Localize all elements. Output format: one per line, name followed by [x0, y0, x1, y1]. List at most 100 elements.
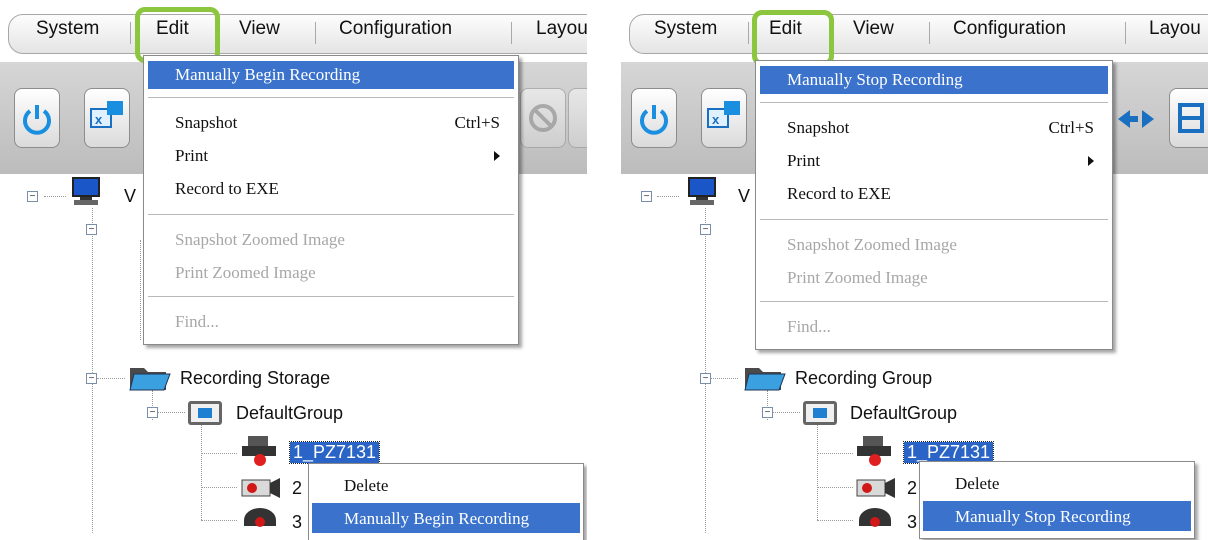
view-switch-icon: x [707, 101, 740, 128]
menu-item-label: Print [787, 151, 821, 170]
view-switch-button[interactable]: x [84, 88, 130, 148]
menu-print[interactable]: Print [760, 147, 1108, 175]
menu-manually-begin-recording[interactable]: Manually Begin Recording [148, 61, 514, 89]
box-camera-icon [241, 478, 280, 498]
submenu-arrow-icon [494, 151, 500, 161]
recording-folder-icon [744, 368, 786, 391]
power-icon [23, 105, 51, 135]
menu-print[interactable]: Print [148, 142, 514, 170]
view-switch-icon: x [90, 101, 123, 128]
menu-layout[interactable]: Layou [536, 18, 587, 40]
view-switch-button[interactable]: x [701, 88, 747, 148]
tree-collapse-toggle[interactable]: − [86, 224, 97, 235]
menu-manually-stop-recording[interactable]: Manually Stop Recording [760, 66, 1108, 94]
menu-find[interactable]: Find... [148, 308, 514, 336]
menu-item-label: Manually Begin Recording [175, 65, 361, 84]
tree-camera-selected[interactable]: 1_PZ7131 [288, 441, 381, 464]
menu-layout[interactable]: Layou [1149, 18, 1201, 40]
menu-record-to-exe[interactable]: Record to EXE [760, 180, 1108, 208]
tree-line [817, 520, 853, 521]
menu-snapshot[interactable]: Snapshot Ctrl+S [760, 114, 1108, 142]
group-folder-icon [803, 401, 837, 425]
menu-separator [148, 214, 514, 215]
menu-view[interactable]: View [853, 18, 894, 40]
tree-collapse-toggle[interactable]: − [700, 224, 711, 235]
menu-item-label: Delete [955, 474, 1000, 493]
menu-separator [1125, 22, 1126, 44]
edit-dropdown-menu: Manually Begin Recording Snapshot Ctrl+S… [143, 55, 519, 345]
menu-system[interactable]: System [654, 18, 717, 40]
menu-system[interactable]: System [36, 18, 99, 40]
menu-item-label: Print [175, 146, 209, 165]
context-manually-begin-recording[interactable]: Manually Begin Recording [312, 503, 580, 533]
menu-separator [760, 102, 1108, 103]
menu-item-label: Delete [344, 476, 389, 495]
tree-camera-selected[interactable]: 1_PZ7131 [902, 441, 995, 464]
menu-separator [148, 296, 514, 297]
tree-line [817, 420, 818, 520]
menu-find[interactable]: Find... [760, 313, 1108, 341]
layout-button[interactable] [1169, 88, 1208, 148]
menu-item-label: Manually Stop Recording [955, 507, 1131, 526]
menu-snapshot-zoomed[interactable]: Snapshot Zoomed Image [760, 231, 1108, 259]
power-button[interactable] [631, 88, 677, 148]
camera-context-menu: Delete Manually Begin Recording [308, 463, 584, 540]
power-button[interactable] [14, 88, 60, 148]
tree-line [97, 378, 125, 379]
tree-storage-label[interactable]: Recording Storage [180, 368, 330, 389]
tree-camera-label[interactable]: 3 [907, 512, 917, 533]
menu-item-label: Find... [175, 312, 219, 331]
tree-line [201, 420, 202, 520]
box-camera-icon [856, 478, 895, 498]
menu-separator [511, 22, 512, 44]
context-delete[interactable]: Delete [923, 468, 1191, 498]
menu-print-zoomed[interactable]: Print Zoomed Image [760, 264, 1108, 292]
context-delete[interactable]: Delete [312, 470, 580, 500]
menu-separator [929, 22, 930, 44]
menu-configuration[interactable]: Configuration [339, 18, 452, 40]
disabled-toolbar-button[interactable] [568, 88, 587, 148]
tree-line [817, 487, 853, 488]
tree-collapse-toggle[interactable]: − [641, 191, 652, 202]
layout-icon [1178, 103, 1204, 133]
tree-root-label[interactable]: V [738, 186, 750, 207]
menu-item-label: Print Zoomed Image [175, 263, 316, 282]
tree-root-label[interactable]: V [124, 186, 136, 207]
tree-line [705, 208, 706, 533]
tree-camera-label[interactable]: 3 [292, 512, 302, 533]
tree-group-label[interactable]: DefaultGroup [850, 403, 957, 424]
menu-record-to-exe[interactable]: Record to EXE [148, 175, 514, 203]
menu-shortcut: Ctrl+S [1048, 118, 1095, 137]
tree-collapse-toggle[interactable]: − [700, 373, 711, 384]
menu-item-label: Find... [787, 317, 831, 336]
edit-dropdown-menu: Manually Stop Recording Snapshot Ctrl+S … [755, 60, 1113, 350]
menu-view[interactable]: View [239, 18, 280, 40]
edit-highlight-box [752, 10, 834, 66]
recording-folder-icon [129, 368, 171, 391]
tree-storage-label[interactable]: Recording Group [795, 368, 932, 389]
tree-collapse-toggle[interactable]: − [86, 373, 97, 384]
menu-print-zoomed[interactable]: Print Zoomed Image [148, 259, 514, 287]
tree-line [201, 453, 237, 454]
menu-configuration[interactable]: Configuration [953, 18, 1066, 40]
menu-item-label: Print Zoomed Image [787, 268, 928, 287]
tree-line [157, 412, 185, 413]
menu-item-label: Snapshot Zoomed Image [175, 230, 345, 249]
disabled-toolbar-button[interactable] [520, 88, 566, 148]
menu-snapshot[interactable]: Snapshot Ctrl+S [148, 109, 514, 137]
svg-text:x: x [95, 112, 103, 127]
menu-item-label: Manually Stop Recording [787, 70, 963, 89]
tree-collapse-toggle[interactable]: − [27, 191, 38, 202]
menu-snapshot-zoomed[interactable]: Snapshot Zoomed Image [148, 226, 514, 254]
context-manually-stop-recording[interactable]: Manually Stop Recording [923, 501, 1191, 531]
menu-shortcut: Ctrl+S [454, 113, 501, 132]
tree-camera-label[interactable]: 2 [907, 478, 917, 499]
computer-icon [688, 177, 716, 205]
tree-camera-label[interactable]: 2 [292, 478, 302, 499]
tree-line [657, 196, 679, 197]
tree-collapse-toggle[interactable]: − [762, 407, 773, 418]
tree-collapse-toggle[interactable]: − [147, 407, 158, 418]
tree-line [772, 412, 800, 413]
menu-separator [130, 22, 131, 44]
tree-group-label[interactable]: DefaultGroup [236, 403, 343, 424]
